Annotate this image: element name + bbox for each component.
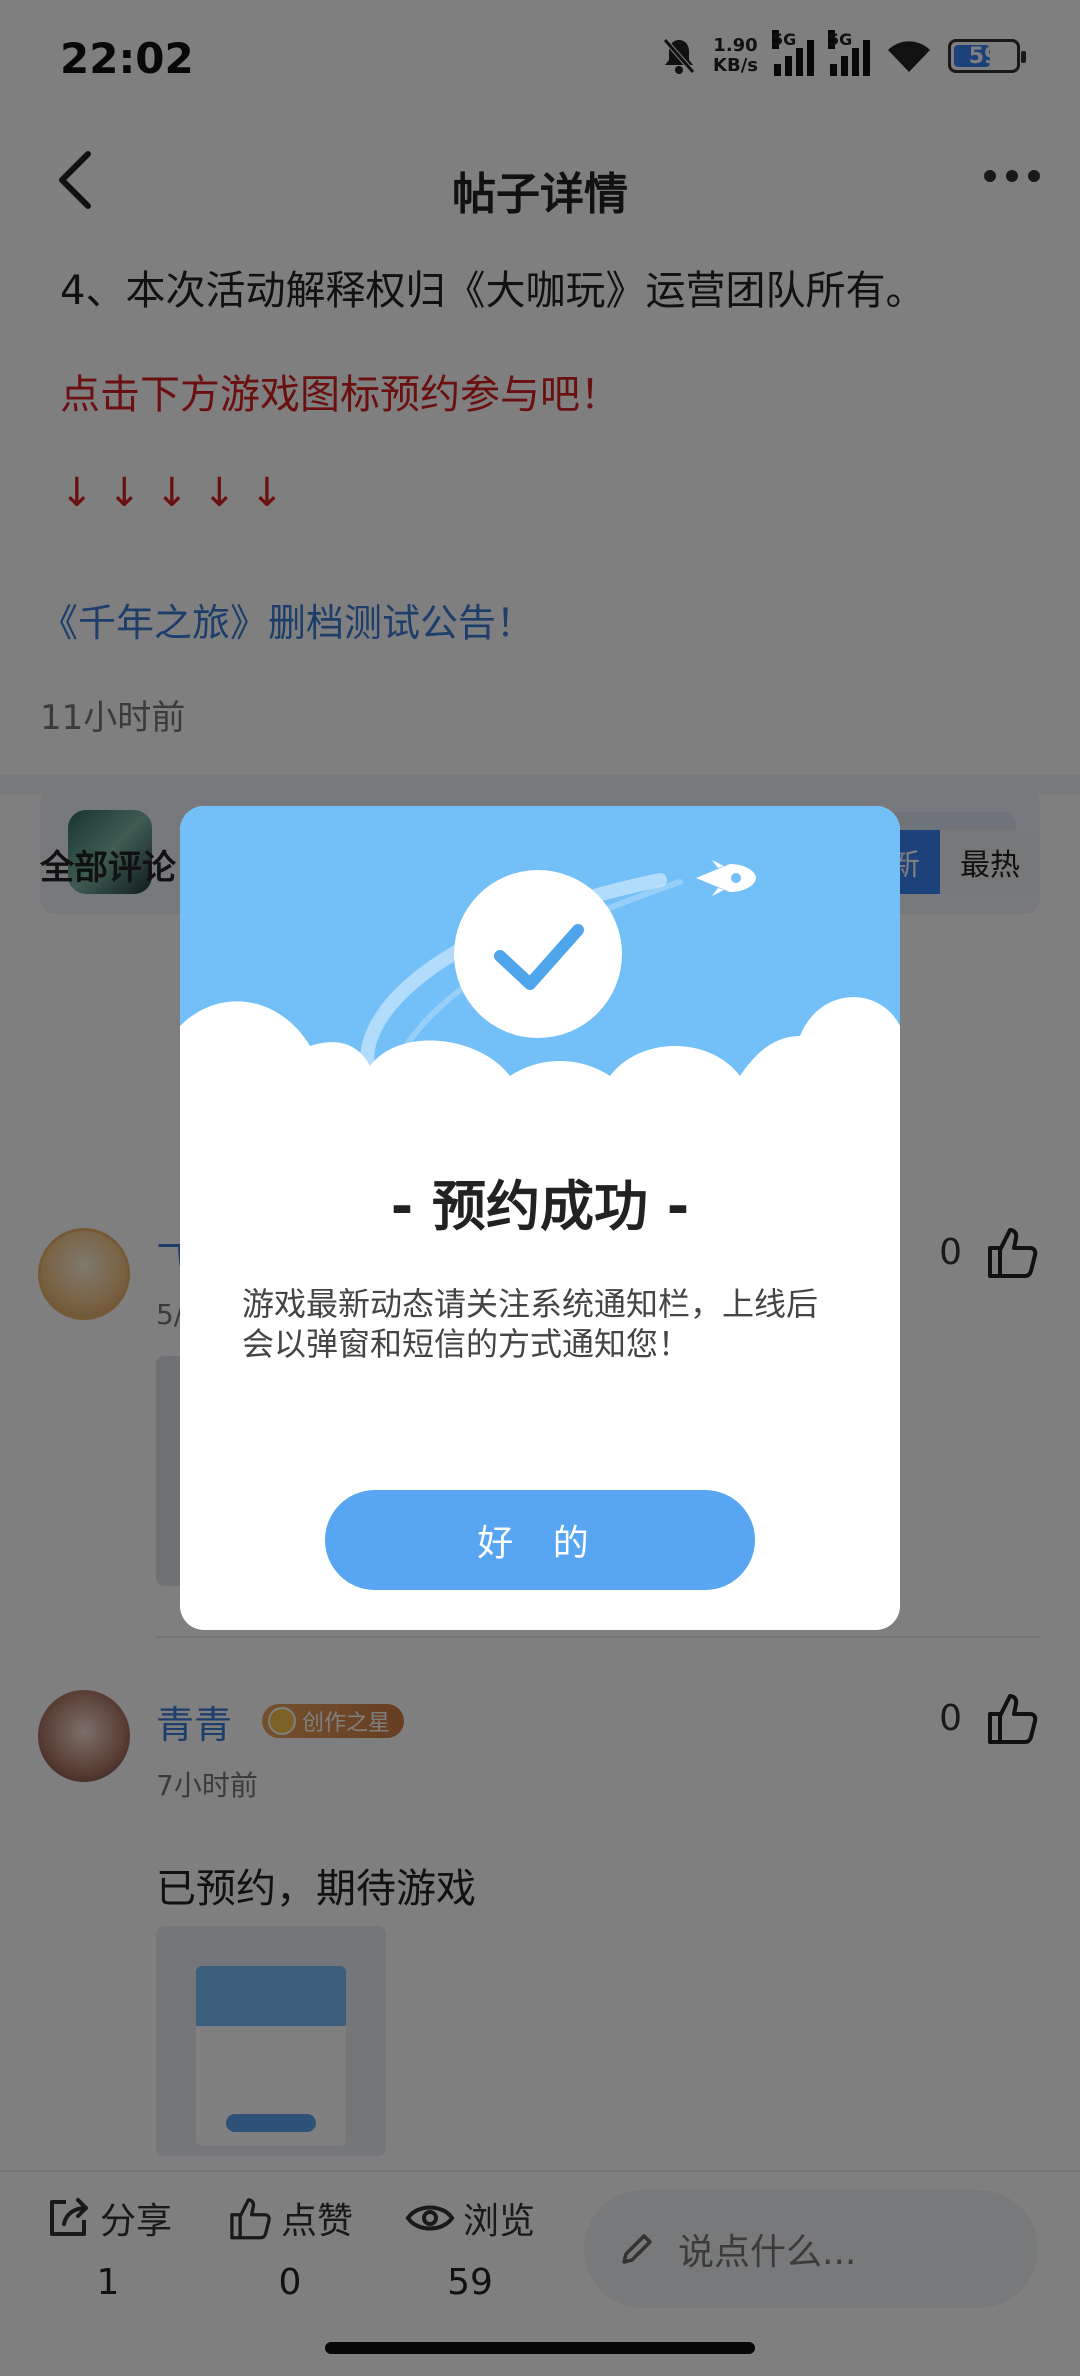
checkmark-icon [494, 924, 584, 990]
check-circle [454, 870, 622, 1038]
ok-button[interactable]: 好 的 [325, 1490, 755, 1590]
reservation-success-dialog: - 预约成功 - 游戏最新动态请关注系统通知栏，上线后会以弹窗和短信的方式通知您… [180, 806, 900, 1630]
dialog-title: - 预约成功 - [390, 1175, 690, 1238]
dialog-message: 游戏最新动态请关注系统通知栏，上线后会以弹窗和短信的方式通知您！ [242, 1285, 819, 1363]
rocket-icon [696, 860, 756, 896]
